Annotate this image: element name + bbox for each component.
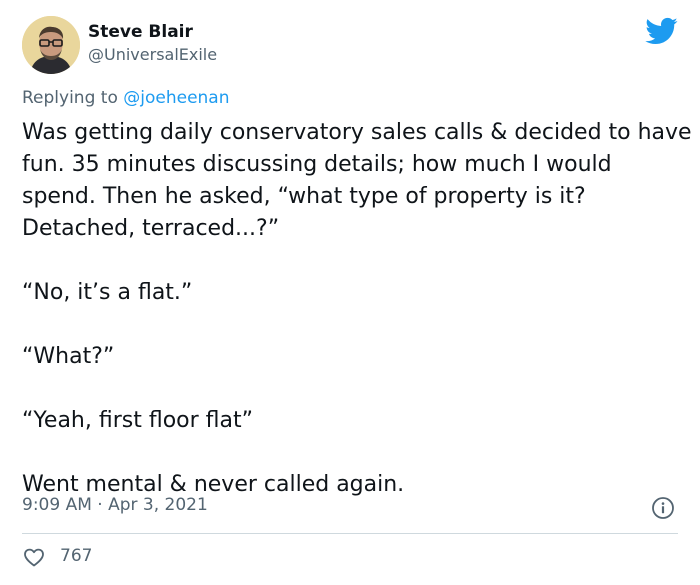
tweet-date[interactable]: Apr 3, 2021: [108, 495, 208, 515]
heart-icon[interactable]: [22, 545, 46, 569]
author-display-name[interactable]: Steve Blair: [88, 22, 193, 42]
info-icon[interactable]: [651, 496, 675, 520]
replying-to: Replying to @joeheenan: [22, 88, 230, 108]
tweet-card: Steve Blair @UniversalExile Replying to …: [0, 0, 700, 585]
tweet-time[interactable]: 9:09 AM: [22, 495, 92, 515]
tweet-text: Was getting daily conservatory sales cal…: [22, 117, 692, 501]
tweet-timestamp[interactable]: 9:09 AM · Apr 3, 2021: [22, 495, 208, 515]
tweet-paragraph: “What?”: [22, 344, 115, 369]
tweet-paragraph: “Yeah, first floor flat”: [22, 408, 254, 433]
like-count[interactable]: 767: [60, 546, 92, 566]
author-handle[interactable]: @UniversalExile: [88, 45, 217, 64]
replying-to-label: Replying to: [22, 88, 118, 108]
avatar[interactable]: [22, 16, 80, 74]
divider: [22, 533, 678, 534]
tweet-paragraph: Was getting daily conservatory sales cal…: [22, 120, 692, 241]
replying-to-handle[interactable]: @joeheenan: [123, 88, 229, 108]
meta-separator: ·: [97, 495, 103, 515]
twitter-bird-icon[interactable]: [644, 14, 678, 48]
tweet-paragraph: “No, it’s a flat.”: [22, 280, 193, 305]
